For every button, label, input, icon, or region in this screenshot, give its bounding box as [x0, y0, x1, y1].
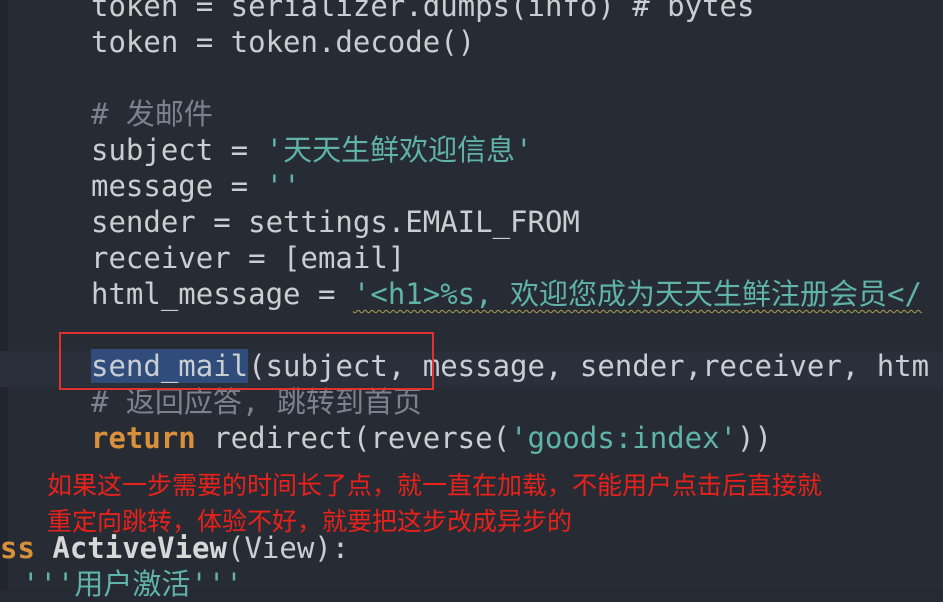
code-line-token-dumps: token = serializer.dumps(info) # bytes [91, 0, 755, 23]
highlight-box [59, 332, 434, 390]
code-editor[interactable]: token = serializer.dumps(info) # bytes t… [0, 0, 943, 601]
code-line-receiver: receiver = [email] [91, 241, 406, 275]
subject-string: '天天生鲜欢迎信息' [265, 133, 533, 167]
code-line-message: message = '' [91, 169, 301, 203]
code-line-subject: subject = '天天生鲜欢迎信息' [91, 133, 533, 167]
annotation-line-1: 如果这一步需要的时间长了点，就一直在加载，不能用户点击后直接就 [47, 471, 823, 500]
code-line-token-decode: token = token.decode() [91, 25, 476, 59]
code-line-sender: sender = settings.EMAIL_FROM [91, 205, 580, 239]
code-comment-send-mail: # 发邮件 [91, 97, 213, 131]
code-line-return: return redirect(reverse('goods:index')) [91, 421, 772, 455]
annotation-line-2: 重定向跳转，体验不好，就要把这步改成异步的 [47, 507, 573, 536]
editor-gutter [0, 0, 8, 590]
code-line-html-message: html_message = '<h1>%s, 欢迎您成为天天生鲜注册会员</ [91, 277, 922, 311]
html-message-string: '<h1>%s, 欢迎您成为天天生鲜注册会员</ [352, 277, 922, 311]
message-string: '' [265, 169, 301, 203]
code-line-docstring: '''用户激活''' [22, 567, 243, 601]
